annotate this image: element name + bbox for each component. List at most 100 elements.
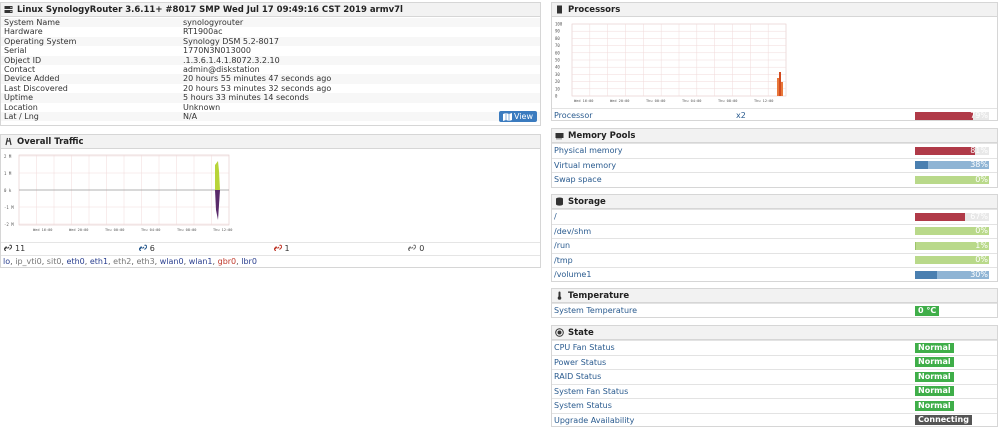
port-link-eth1[interactable]: eth1 bbox=[90, 257, 108, 266]
storage-label: /run bbox=[554, 241, 571, 251]
y-tick-label: 10 bbox=[555, 86, 560, 91]
port-link-wlan1[interactable]: wlan1 bbox=[189, 257, 213, 266]
thermometer-icon bbox=[555, 291, 564, 300]
y-tick-label: -1 M bbox=[4, 205, 14, 210]
overview-header: Linux SynologyRouter 3.6.11+ #8017 SMP W… bbox=[1, 3, 540, 17]
storage-usage-fill bbox=[915, 241, 916, 250]
y-tick-label: 2 M bbox=[4, 154, 12, 159]
x-tick-label: Thu 00:00 bbox=[646, 99, 665, 103]
overall-traffic-panel: Overall Traffic 2 M 1 M 0 k -1 M -2 M Wed 16:… bbox=[0, 134, 541, 268]
memory-usage-bar: 81% bbox=[915, 146, 989, 155]
port-link-gbr0[interactable]: gbr0 bbox=[218, 257, 237, 266]
port-link-eth3[interactable]: eth3 bbox=[136, 257, 154, 266]
x-tick-label: Thu 08:00 bbox=[177, 228, 196, 232]
storage-row[interactable]: /run 1% bbox=[552, 238, 997, 253]
state-label: System Status bbox=[554, 401, 612, 411]
processor-row[interactable]: Processor x2 79% bbox=[552, 108, 997, 123]
x-tick-label: Thu 00:00 bbox=[105, 228, 124, 232]
y-tick-label: 70 bbox=[555, 43, 560, 48]
y-tick-label: 40 bbox=[555, 65, 560, 70]
port-link-sit0[interactable]: sit0 bbox=[47, 257, 62, 266]
overview-row: Location Unknown bbox=[1, 103, 540, 112]
overview-value: Unknown bbox=[183, 102, 221, 112]
port-link-wlan0[interactable]: wlan0 bbox=[160, 257, 184, 266]
view-location-button[interactable]: View bbox=[499, 111, 537, 122]
overview-key: Operating System bbox=[4, 36, 77, 46]
overview-value: 1770N3N013000 bbox=[183, 46, 251, 56]
storage-row[interactable]: /tmp 0% bbox=[552, 252, 997, 268]
storage-title: Storage bbox=[568, 196, 606, 207]
overview-key: System Name bbox=[4, 18, 60, 27]
overview-value: admin@diskstation bbox=[183, 64, 260, 74]
overview-row: Object ID .1.3.6.1.4.1.8072.3.2.10 bbox=[1, 55, 540, 65]
port-stat[interactable]: 6 bbox=[136, 243, 271, 254]
state-status-badge: Connecting bbox=[915, 415, 972, 426]
port-list: lo, ip_vti0, sit0, eth0, eth1, eth2, eth… bbox=[1, 255, 540, 267]
state-header: State bbox=[552, 326, 997, 340]
cpu-usage-bar bbox=[779, 72, 781, 96]
state-title: State bbox=[568, 327, 594, 338]
overview-key: Serial bbox=[4, 46, 27, 56]
storage-row[interactable]: / 67% bbox=[552, 209, 997, 224]
memory-title: Memory Pools bbox=[568, 130, 636, 141]
overview-value: synologyrouter bbox=[183, 18, 244, 27]
memory-row[interactable]: Physical memory 81% bbox=[552, 143, 997, 158]
memory-label: Swap space bbox=[554, 175, 602, 185]
overview-value: 5 hours 33 minutes 14 seconds bbox=[183, 93, 309, 103]
port-link-ip_vti0[interactable]: ip_vti0 bbox=[15, 257, 41, 266]
port-stat[interactable]: 0 bbox=[405, 243, 540, 254]
temperature-panel: Temperature System Temperature 0 °C bbox=[551, 288, 998, 318]
y-tick-label: 0 k bbox=[4, 188, 12, 193]
processor-usage-bar: 79% bbox=[915, 111, 989, 120]
memory-header: Memory Pools bbox=[552, 129, 997, 143]
memory-usage-fill bbox=[915, 161, 929, 170]
state-row[interactable]: RAID Status Normal bbox=[552, 369, 997, 384]
state-row[interactable]: System Fan Status Normal bbox=[552, 383, 997, 399]
storage-usage-percent: 0% bbox=[975, 256, 988, 265]
y-tick-label: 0 bbox=[555, 94, 558, 99]
x-tick-label: Thu 12:00 bbox=[754, 99, 773, 103]
traffic-graph[interactable]: 2 M 1 M 0 k -1 M -2 M Wed 16:00 Wed 20:00 Thu 0… bbox=[3, 151, 243, 241]
state-row[interactable]: Power Status Normal bbox=[552, 354, 997, 370]
overview-rows: System Name synologyrouter Hardware RT1900a… bbox=[1, 17, 540, 122]
temperature-row[interactable]: System Temperature 0 °C bbox=[552, 303, 997, 318]
link-disabled-icon bbox=[408, 244, 417, 254]
state-row[interactable]: Upgrade Availability Connecting bbox=[552, 412, 997, 428]
temperature-title: Temperature bbox=[568, 290, 630, 301]
state-row[interactable]: System Status Normal bbox=[552, 398, 997, 413]
state-label: Upgrade Availability bbox=[554, 415, 635, 425]
port-link-lbr0[interactable]: lbr0 bbox=[241, 257, 257, 266]
device-overview-panel: Linux SynologyRouter 3.6.11+ #8017 SMP W… bbox=[0, 2, 541, 126]
overview-key: Lat / Lng bbox=[4, 111, 39, 121]
link-down-icon bbox=[273, 244, 282, 254]
port-link-eth0[interactable]: eth0 bbox=[67, 257, 85, 266]
overview-row: Device Added 20 hours 55 minutes 47 secon… bbox=[1, 74, 540, 84]
y-tick-label: 30 bbox=[555, 72, 560, 77]
memory-row[interactable]: Swap space 0% bbox=[552, 172, 997, 187]
state-status-badge: Normal bbox=[915, 386, 954, 397]
overview-key: Uptime bbox=[4, 93, 34, 103]
port-stat[interactable]: 1 bbox=[271, 243, 406, 254]
overview-key: Device Added bbox=[4, 74, 60, 84]
state-label: CPU Fan Status bbox=[554, 343, 615, 353]
traffic-title: Overall Traffic bbox=[17, 136, 84, 147]
memory-rows: Physical memory 81% Virtual memory 38% Swap … bbox=[552, 143, 997, 187]
storage-row[interactable]: /volume1 30% bbox=[552, 267, 997, 282]
overview-key: Location bbox=[4, 102, 38, 112]
storage-row[interactable]: /dev/shm 0% bbox=[552, 223, 997, 239]
memory-usage-bar: 0% bbox=[915, 175, 989, 184]
state-row[interactable]: CPU Fan Status Normal bbox=[552, 340, 997, 355]
x-tick-label: Thu 08:00 bbox=[718, 99, 737, 103]
x-tick-label: Thu 04:00 bbox=[141, 228, 160, 232]
processor-graph[interactable]: 1009080706050403020100Wed 16:00 Wed 20:00… bbox=[554, 20, 804, 108]
state-status-badge: Normal bbox=[915, 357, 954, 368]
state-status-badge: Normal bbox=[915, 342, 954, 353]
temperature-rows: System Temperature 0 °C bbox=[552, 303, 997, 318]
processors-header: Processors bbox=[552, 3, 997, 17]
port-stat[interactable]: 11 bbox=[1, 243, 136, 254]
port-link-eth2[interactable]: eth2 bbox=[113, 257, 131, 266]
overview-value: RT1900ac bbox=[183, 27, 223, 37]
memory-row[interactable]: Virtual memory 38% bbox=[552, 157, 997, 173]
processor-icon bbox=[555, 5, 564, 14]
overview-key: Contact bbox=[4, 64, 36, 74]
